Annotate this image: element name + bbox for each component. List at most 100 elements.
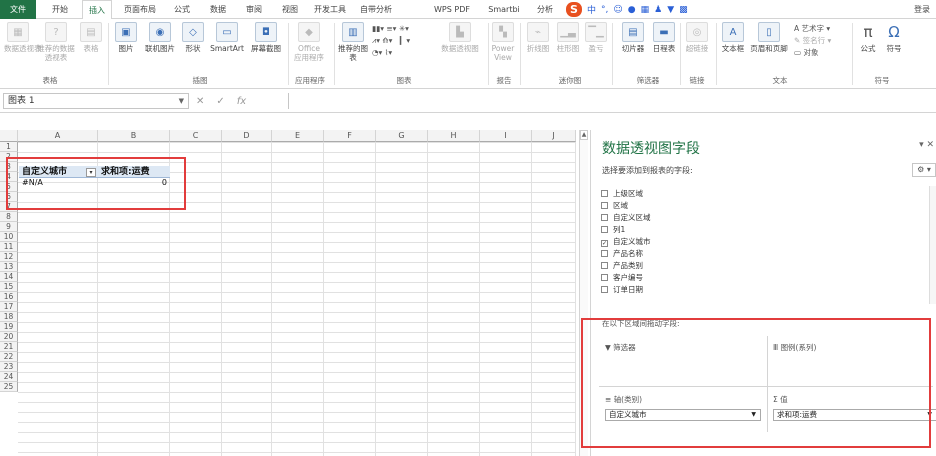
user-icon[interactable]: ♟ (654, 5, 662, 15)
row-header-10[interactable]: 10 (0, 232, 18, 242)
column-header-i[interactable]: I (480, 130, 532, 142)
field-item[interactable]: 自定义区域 (601, 212, 651, 223)
field-item[interactable]: 区域 (601, 200, 628, 211)
pivot-table-button[interactable]: ▦ 数据透视表 (4, 22, 42, 53)
select-all-corner[interactable] (0, 130, 18, 142)
column-header-h[interactable]: H (428, 130, 480, 142)
shirt-icon[interactable]: ▼ (667, 5, 674, 15)
recommended-charts-button[interactable]: ▥ 推荐的图表 (338, 22, 368, 62)
checkbox-icon[interactable] (601, 190, 608, 197)
tab-insert[interactable]: 插入 (82, 0, 112, 20)
column-header-b[interactable]: B (98, 130, 170, 142)
online-picture-button[interactable]: ◉ 联机图片 (142, 22, 178, 53)
sparkline-line-button[interactable]: ⌁ 折线图 (524, 22, 552, 53)
column-header-e[interactable]: E (272, 130, 324, 142)
row-header-17[interactable]: 17 (0, 302, 18, 312)
tab-smartbi[interactable]: Smartbi (484, 0, 524, 19)
row-header-18[interactable]: 18 (0, 312, 18, 322)
row-header-13[interactable]: 13 (0, 262, 18, 272)
row-header-16[interactable]: 16 (0, 292, 18, 302)
tab-page-layout[interactable]: 页面布局 (120, 0, 160, 19)
row-header-12[interactable]: 12 (0, 252, 18, 262)
power-view-button[interactable]: ▚ Power View (490, 22, 516, 62)
column-header-d[interactable]: D (222, 130, 272, 142)
login-link[interactable]: 登录 (914, 0, 930, 19)
field-item[interactable]: 产品名称 (601, 248, 643, 259)
enter-icon[interactable]: ✓ (216, 96, 224, 107)
wordart-button[interactable]: A 艺术字 ▾ (794, 23, 831, 35)
keyboard-icon[interactable]: ▦ (641, 5, 650, 15)
tab-home[interactable]: 开始 (46, 0, 74, 19)
row-header-21[interactable]: 21 (0, 342, 18, 352)
hyperlink-button[interactable]: ◎ 超链接 (682, 22, 712, 53)
textbox-button[interactable]: A 文本框 (720, 22, 746, 53)
table-button[interactable]: ▤ 表格 (80, 22, 102, 53)
signature-button[interactable]: ✎ 签名行 ▾ (794, 35, 831, 47)
checkbox-icon[interactable] (601, 274, 608, 281)
checkbox-icon[interactable] (601, 262, 608, 269)
gear-icon[interactable]: ⚙ ▾ (912, 163, 936, 177)
column-header-g[interactable]: G (376, 130, 428, 142)
screenshot-button[interactable]: ◘ 屏幕截图 (248, 22, 284, 53)
symbol-button[interactable]: Ω 符号 (882, 22, 906, 53)
picture-button[interactable]: ▣ 图片 (114, 22, 138, 53)
field-item[interactable]: 订单日期 (601, 284, 643, 295)
emoji-icon[interactable]: ☺ (613, 5, 622, 15)
row-header-23[interactable]: 23 (0, 362, 18, 372)
column-header-a[interactable]: A (18, 130, 98, 142)
grid-icon[interactable]: ▩ (679, 5, 688, 15)
cancel-icon[interactable]: ✕ (196, 96, 204, 107)
checkbox-icon[interactable] (601, 214, 608, 221)
row-header-19[interactable]: 19 (0, 322, 18, 332)
equation-button[interactable]: π 公式 (856, 22, 880, 53)
tab-analyze[interactable]: 分析 (532, 0, 558, 19)
field-list-scrollbar[interactable] (929, 186, 936, 304)
row-header-15[interactable]: 15 (0, 282, 18, 292)
punctuation-icon[interactable]: °, (601, 5, 608, 15)
timeline-button[interactable]: ▬ 日程表 (650, 22, 678, 53)
field-item[interactable]: 列1 (601, 224, 625, 235)
row-header-25[interactable]: 25 (0, 382, 18, 392)
tab-formulas[interactable]: 公式 (168, 0, 196, 19)
field-item[interactable]: 上级区域 (601, 188, 643, 199)
row-header-14[interactable]: 14 (0, 272, 18, 282)
tab-developer[interactable]: 开发工具 (310, 0, 350, 19)
field-item[interactable]: ✓ 自定义城市 (601, 236, 651, 247)
tab-file[interactable]: 文件 (0, 0, 36, 19)
checkbox-icon[interactable] (601, 286, 608, 293)
tab-view[interactable]: 视图 (276, 0, 304, 19)
row-header-8[interactable]: 8 (0, 212, 18, 222)
shapes-button[interactable]: ◇ 形状 (182, 22, 204, 53)
row-header-24[interactable]: 24 (0, 372, 18, 382)
row-header-9[interactable]: 9 (0, 222, 18, 232)
field-item[interactable]: 客户编号 (601, 272, 643, 283)
fx-icon[interactable]: fx (237, 96, 246, 107)
office-apps-button[interactable]: ◆ Office 应用程序 (292, 22, 326, 62)
tab-self-analysis[interactable]: 自带分析 (356, 0, 396, 19)
pane-menu-icon[interactable]: ▾ ✕ (919, 140, 934, 150)
tab-data[interactable]: 数据 (204, 0, 232, 19)
smartart-button[interactable]: ▭ SmartArt (208, 22, 246, 53)
mic-icon[interactable]: ● (628, 5, 636, 15)
column-header-j[interactable]: J (532, 130, 576, 142)
row-header-22[interactable]: 22 (0, 352, 18, 362)
tab-review[interactable]: 审阅 (240, 0, 268, 19)
pivot-chart-button[interactable]: ▙ 数据透视图 (436, 22, 484, 53)
column-header-c[interactable]: C (170, 130, 222, 142)
column-header-f[interactable]: F (324, 130, 376, 142)
name-box[interactable]: 图表 1 ▼ (3, 93, 189, 109)
slicer-button[interactable]: ▤ 切片器 (618, 22, 648, 53)
checkbox-icon[interactable] (601, 226, 608, 233)
row-header-11[interactable]: 11 (0, 242, 18, 252)
chevron-down-icon[interactable]: ▼ (179, 94, 184, 108)
ime-toolbar[interactable]: S 中 °, ☺ ● ▦ ♟ ▼ ▩ (566, 2, 688, 17)
sparkline-column-button[interactable]: ▁▃ 柱形图 (554, 22, 582, 53)
checkbox-icon[interactable] (601, 250, 608, 257)
tab-wps-pdf[interactable]: WPS PDF (430, 0, 474, 19)
object-button[interactable]: ▭ 对象 (794, 47, 831, 59)
field-item[interactable]: 产品类别 (601, 260, 643, 271)
checkbox-icon[interactable] (601, 202, 608, 209)
checkbox-checked-icon[interactable]: ✓ (601, 240, 608, 247)
row-header-20[interactable]: 20 (0, 332, 18, 342)
chart-type-gallery[interactable]: ▮▮▾ ≡▾ ✳▾ ⩘▾ ⟰▾ ▕▏▾ ◔▾ ⌇▾ (372, 23, 410, 59)
